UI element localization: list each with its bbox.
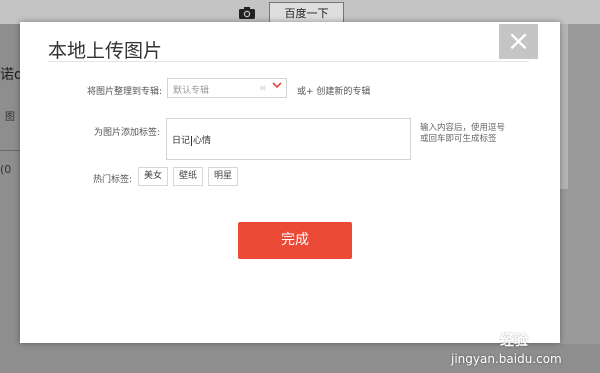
title-divider xyxy=(48,61,529,62)
create-album-link[interactable]: 或+ 创建新的专辑 xyxy=(297,84,370,97)
tag-input[interactable]: 日记 心情 xyxy=(166,118,411,160)
album-select-value: 默认专辑 xyxy=(173,86,210,96)
done-button[interactable]: 完成 xyxy=(238,222,352,259)
hot-tag-celebrity[interactable]: 明星 xyxy=(208,167,238,186)
close-icon: × xyxy=(506,24,531,57)
hot-tag-beauty[interactable]: 美女 xyxy=(138,167,168,186)
album-select[interactable]: 默认专辑 ııı xyxy=(167,78,287,98)
hot-tag-wallpaper[interactable]: 壁纸 xyxy=(173,167,203,186)
album-select-dots: ııı xyxy=(260,84,266,92)
album-label: 将图片整理到专辑: xyxy=(86,87,162,97)
chevron-down-icon xyxy=(272,81,282,92)
watermark-url: jingyan.baidu.com xyxy=(451,352,562,366)
watermark-brand: 经验 xyxy=(500,333,528,349)
tag-hint: 输入内容后，使用逗号或回车即可生成标签 xyxy=(420,123,506,144)
hot-tags-label: 热门标签: xyxy=(92,175,132,185)
close-button[interactable]: × xyxy=(499,24,538,59)
upload-dialog: 本地上传图片 × 将图片整理到专辑: 默认专辑 ııı 或+ 创建新的专辑 为图… xyxy=(20,22,560,343)
background-scrollbar xyxy=(560,24,568,189)
camera-icon xyxy=(238,6,256,20)
dialog-title: 本地上传图片 xyxy=(48,40,163,62)
background-text-fragment: 图 xyxy=(5,112,15,123)
tag-input-value: 日记 心情 xyxy=(172,135,212,146)
background-text-fragment: (0 xyxy=(0,163,12,176)
tag-label: 为图片添加标签: xyxy=(93,128,160,138)
